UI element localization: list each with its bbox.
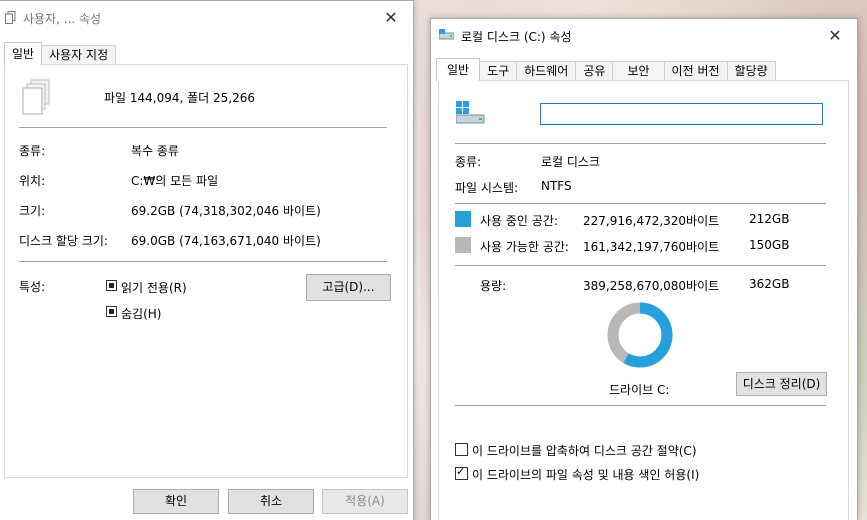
documents-icon [22, 79, 52, 118]
apply-button[interactable]: 적용(A) [322, 489, 408, 514]
divider [455, 203, 826, 204]
tab-previous-versions[interactable]: 이전 버전 [663, 61, 728, 81]
used-space-label: 사용 중인 공간: [480, 214, 558, 228]
properties-window-right: 로컬 디스크 (C:) 속성 ✕ 일반 도구 하드웨어 공유 보안 이전 버전 … [430, 18, 858, 520]
tab-strip: 일반 도구 하드웨어 공유 보안 이전 버전 할당량 [436, 58, 776, 81]
tab-general[interactable]: 일반 [436, 58, 481, 81]
field-value-type: 복수 종류 [131, 144, 179, 158]
filesystem-value: NTFS [541, 179, 572, 193]
type-label: 종류: [455, 155, 482, 169]
readonly-label[interactable]: 읽기 전용(R) [121, 279, 187, 296]
field-value-location: C:₩의 모든 파일 [131, 174, 219, 188]
readonly-checkbox[interactable] [106, 280, 117, 291]
divider [455, 265, 826, 266]
capacity-gb: 362GB [749, 277, 790, 291]
field-label-disk-size: 디스크 할당 크기: [19, 234, 108, 248]
tab-tools[interactable]: 도구 [479, 61, 518, 81]
free-space-bytes: 161,342,197,760바이트 [583, 240, 720, 254]
tab-customize[interactable]: 사용자 지정 [41, 45, 117, 65]
window-title: 로컬 디스크 (C:) 속성 [461, 30, 572, 44]
index-checkbox[interactable] [455, 465, 468, 480]
properties-window-left: 사용자, ... 속성 ✕ 일반 사용자 지정 파일 144,094, 폴더 2… [0, 0, 414, 520]
file-summary: 파일 144,094, 폴더 25,266 [104, 91, 256, 105]
used-space-gb: 212GB [749, 212, 790, 226]
window-title: 사용자, ... 속성 [23, 12, 102, 26]
divider [19, 261, 387, 262]
capacity-bytes: 389,258,670,080바이트 [583, 279, 720, 293]
disk-cleanup-button[interactable]: 디스크 정리(D) [736, 372, 827, 396]
free-space-swatch [455, 237, 471, 253]
compress-label[interactable]: 이 드라이브를 압축하여 디스크 공간 절약(C) [472, 442, 697, 459]
drive-icon [438, 29, 455, 44]
tab-sharing[interactable]: 공유 [575, 61, 614, 81]
title-bar[interactable]: 로컬 디스크 (C:) 속성 ✕ [431, 19, 857, 51]
field-value-disk-size: 69.0GB (74,163,671,040 바이트) [131, 234, 321, 248]
folder-stack-icon [5, 11, 16, 24]
field-value-size: 69.2GB (74,318,302,046 바이트) [131, 204, 321, 218]
filesystem-label: 파일 시스템: [455, 181, 519, 195]
divider [19, 127, 387, 128]
usage-donut-chart [607, 302, 673, 368]
ok-button[interactable]: 확인 [133, 489, 219, 514]
free-space-gb: 150GB [749, 238, 790, 252]
windows-drive-icon [455, 101, 486, 130]
tab-quota[interactable]: 할당량 [726, 61, 776, 81]
drive-label: 드라이브 C: [609, 383, 670, 397]
compress-checkbox[interactable] [455, 443, 468, 456]
close-button[interactable]: ✕ [369, 1, 413, 33]
free-space-label: 사용 가능한 공간: [480, 240, 569, 254]
cancel-button[interactable]: 취소 [228, 489, 314, 514]
title-bar[interactable]: 사용자, ... 속성 ✕ [0, 1, 413, 33]
capacity-label: 용량: [480, 279, 507, 293]
hidden-label[interactable]: 숨김(H) [121, 305, 161, 322]
tab-general[interactable]: 일반 [4, 42, 43, 65]
used-space-bytes: 227,916,472,320바이트 [583, 214, 720, 228]
divider [455, 143, 826, 144]
hidden-checkbox[interactable] [106, 306, 117, 317]
tab-security[interactable]: 보안 [612, 61, 665, 81]
used-space-swatch [455, 211, 471, 227]
attributes-label: 특성: [19, 280, 46, 294]
type-value: 로컬 디스크 [541, 155, 601, 169]
tab-hardware[interactable]: 하드웨어 [516, 61, 577, 81]
field-label-type: 종류: [19, 144, 46, 158]
field-label-location: 위치: [19, 174, 46, 188]
close-button[interactable]: ✕ [813, 19, 857, 51]
index-label[interactable]: 이 드라이브의 파일 속성 및 내용 색인 허용(I) [472, 466, 699, 483]
field-label-size: 크기: [19, 204, 46, 218]
drive-name-input[interactable] [540, 103, 823, 125]
advanced-button[interactable]: 고급(D)... [306, 274, 391, 301]
divider [455, 405, 826, 406]
tab-strip: 일반 사용자 지정 [4, 42, 117, 65]
